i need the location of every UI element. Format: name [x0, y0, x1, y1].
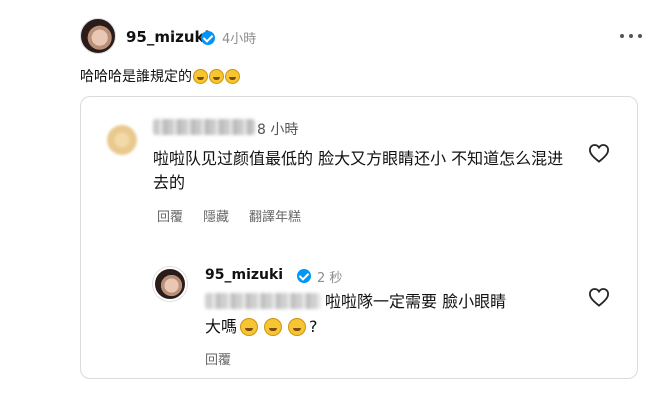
- comment-actions: 回覆 隱藏 翻譯年糕: [157, 206, 301, 225]
- post-timestamp: 4小時: [222, 32, 257, 47]
- post-author-avatar[interactable]: [80, 18, 116, 54]
- verified-badge-icon: [201, 31, 215, 45]
- like-heart-icon[interactable]: [588, 143, 610, 163]
- reply-text-suffix: ?: [309, 317, 318, 336]
- commenter-username-blurred[interactable]: [153, 119, 255, 135]
- verified-badge-icon: [297, 269, 311, 283]
- rolling-laughing-emoji-icon: [193, 68, 208, 84]
- reply-author-username[interactable]: 95_mizuki: [205, 267, 283, 283]
- reply-mention-blurred[interactable]: [205, 293, 321, 309]
- reply-author-avatar[interactable]: [153, 267, 187, 301]
- reply-reply-button[interactable]: 回覆: [205, 349, 231, 368]
- comment-translate-button[interactable]: 翻譯年糕: [249, 206, 301, 225]
- reply-text-line2: 大嗎 ?: [205, 315, 318, 339]
- comment-hide-button[interactable]: 隱藏: [203, 206, 229, 225]
- reply-text-prefix: 大嗎: [205, 317, 238, 336]
- reply-text-line1: 啦啦隊一定需要 臉小眼睛: [325, 292, 507, 311]
- comment-reply-button[interactable]: 回覆: [157, 206, 183, 225]
- post-caption: 哈哈哈是誰規定的: [80, 66, 240, 86]
- grinning-squinting-emoji-icon: [240, 318, 259, 336]
- grinning-squinting-emoji-icon: [264, 318, 283, 336]
- comment-thread-card: 8 小時 啦啦队见过颜值最低的 脸大又方眼睛还小 不知道怎么混进去的 回覆 隱藏…: [80, 96, 638, 379]
- like-heart-icon[interactable]: [588, 287, 610, 307]
- post-caption-text: 哈哈哈是誰規定的: [80, 69, 192, 85]
- more-options-icon[interactable]: [620, 30, 642, 42]
- reply-timestamp: 2 秒: [317, 271, 343, 286]
- post-author-username[interactable]: 95_mizuki: [126, 28, 210, 46]
- grinning-squinting-emoji-icon: [288, 318, 307, 336]
- comment-timestamp: 8 小時: [257, 122, 299, 138]
- commenter-avatar-blurred[interactable]: [107, 125, 137, 155]
- comment-text: 啦啦队见过颜值最低的 脸大又方眼睛还小 不知道怎么混进去的: [153, 149, 564, 192]
- rolling-laughing-emoji-icon: [225, 68, 240, 84]
- rolling-laughing-emoji-icon: [209, 68, 224, 84]
